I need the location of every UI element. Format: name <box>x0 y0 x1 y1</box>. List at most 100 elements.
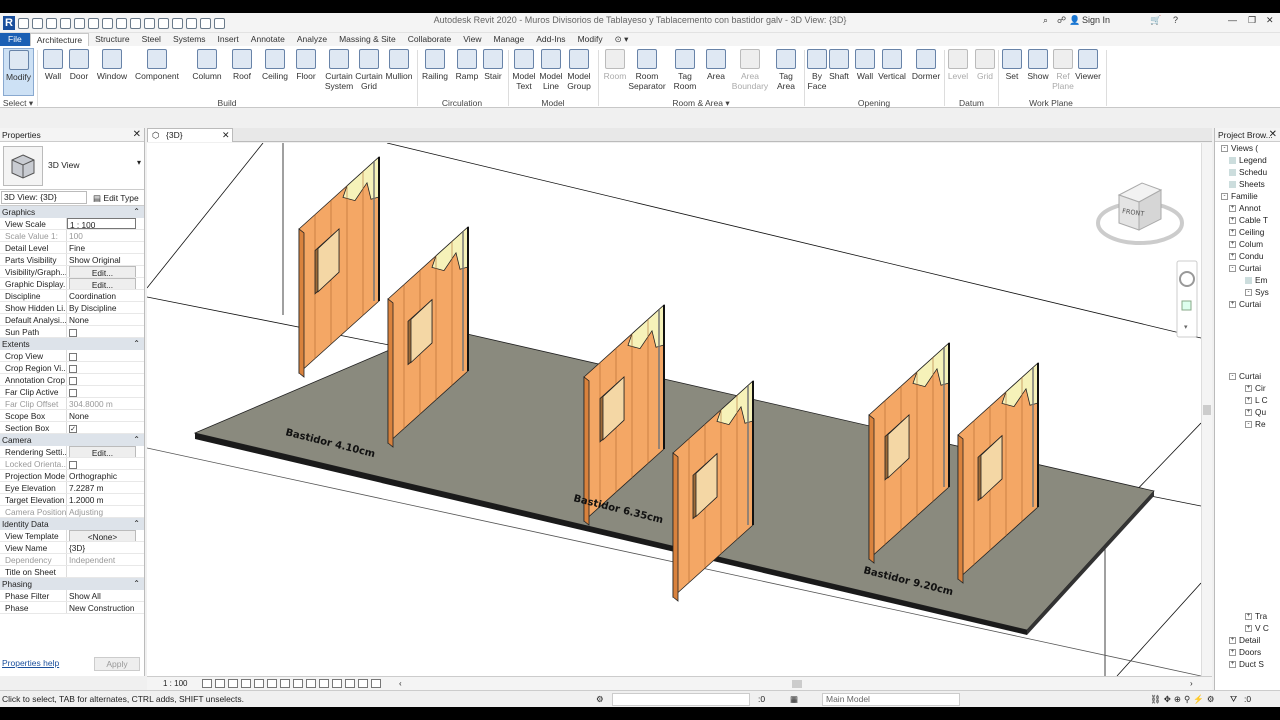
node-icon[interactable] <box>1229 169 1236 177</box>
expand-icon[interactable]: + <box>1245 385 1252 393</box>
property-value[interactable]: 7.2287 m <box>67 482 144 493</box>
scroll-right-icon[interactable]: › <box>1190 677 1193 691</box>
curtain-grid-button[interactable]: Curtain Grid <box>353 48 385 94</box>
edit-button[interactable]: <None> <box>69 530 136 541</box>
browser-item[interactable]: + Annot <box>1215 202 1280 214</box>
browser-item[interactable]: - Curtai <box>1215 370 1280 382</box>
property-value[interactable]: {3D} <box>67 542 144 553</box>
property-edit-button[interactable]: <None> <box>67 530 144 541</box>
browser-item[interactable]: - Re <box>1215 418 1280 430</box>
viewcube[interactable]: FRONT <box>1096 182 1184 245</box>
collapse-icon[interactable]: - <box>1245 289 1252 297</box>
checkbox[interactable] <box>69 388 77 397</box>
browser-item[interactable]: - Familie <box>1215 190 1280 202</box>
chevron-down-icon[interactable]: ▾ <box>137 158 141 167</box>
properties-help-link[interactable]: Properties help <box>2 658 59 668</box>
tab-file[interactable]: File <box>0 33 30 46</box>
checkbox[interactable] <box>69 460 77 469</box>
temp-hide-icon[interactable] <box>306 679 316 688</box>
type-selector[interactable]: 3D View ▾ <box>0 142 144 190</box>
property-value[interactable]: Coordination <box>67 290 144 301</box>
ref-plane-button[interactable]: Ref Plane <box>1049 48 1077 94</box>
expand-icon[interactable]: + <box>1229 301 1236 309</box>
tab-structure[interactable]: Structure <box>89 33 136 46</box>
property-value[interactable]: By Discipline <box>67 302 144 313</box>
vertical-scrollbar[interactable] <box>1201 143 1212 676</box>
close-icon[interactable]: ✕ <box>1269 128 1277 142</box>
browser-item[interactable]: Legend <box>1215 154 1280 166</box>
browser-item[interactable]: + Duct S <box>1215 658 1280 670</box>
view-tab-3d[interactable]: ⬡ {3D} ✕ <box>147 128 233 142</box>
opening-shaft-button[interactable]: Shaft <box>825 48 853 94</box>
collapse-icon[interactable]: - <box>1229 265 1236 273</box>
navigation-bar[interactable]: ▾ <box>1176 260 1198 338</box>
checkbox[interactable] <box>69 376 77 385</box>
property-edit-button[interactable]: Edit... <box>67 278 144 289</box>
binoculars-icon[interactable]: ☍ <box>1057 15 1066 26</box>
browser-item[interactable]: Schedu <box>1215 166 1280 178</box>
cart-icon[interactable]: 🛒 <box>1150 15 1161 26</box>
tab-annotate[interactable]: Annotate <box>245 33 291 46</box>
property-value[interactable]: 304.8000 m <box>67 398 144 409</box>
tab-add-ins[interactable]: Add-Ins <box>530 33 571 46</box>
workset-selector[interactable] <box>612 693 750 706</box>
browser-item[interactable]: + Curtai <box>1215 298 1280 310</box>
selection-filter-icons[interactable]: ⛓✥⊕⚲⚡⚙ <box>1150 691 1217 708</box>
minimize-icon[interactable]: — <box>1228 15 1237 25</box>
restore-icon[interactable]: ❐ <box>1248 15 1256 26</box>
browser-item[interactable]: + Cable T <box>1215 214 1280 226</box>
expand-icon[interactable]: + <box>1229 217 1236 225</box>
edit-button[interactable]: Edit... <box>69 278 136 289</box>
property-value[interactable]: New Construction <box>67 602 144 613</box>
checkbox[interactable] <box>69 352 77 361</box>
window-button[interactable]: Window <box>94 48 130 94</box>
component-button[interactable]: Component <box>133 48 181 94</box>
property-checkbox[interactable] <box>67 386 144 397</box>
expand-icon[interactable]: + <box>1229 637 1236 645</box>
sign-in-link[interactable]: Sign In <box>1082 15 1110 25</box>
browser-item[interactable]: + V C <box>1215 622 1280 634</box>
detail-level-icon[interactable] <box>202 679 212 688</box>
property-checkbox[interactable] <box>67 374 144 385</box>
lock-view-icon[interactable] <box>293 679 303 688</box>
worksharing-icon[interactable] <box>332 679 342 688</box>
node-icon[interactable] <box>1245 277 1252 285</box>
browser-item[interactable]: + Qu <box>1215 406 1280 418</box>
tab-view[interactable]: View <box>457 33 487 46</box>
browser-item[interactable]: + Colum <box>1215 238 1280 250</box>
expand-icon[interactable]: + <box>1229 661 1236 669</box>
expand-icon[interactable]: + <box>1229 241 1236 249</box>
edit-button[interactable]: Edit... <box>69 266 136 277</box>
browser-item[interactable]: + Tra <box>1215 610 1280 622</box>
mullion-button[interactable]: Mullion <box>383 48 415 94</box>
level-button[interactable]: Level <box>945 48 971 94</box>
property-value[interactable]: Independent <box>67 554 144 565</box>
browser-item[interactable]: - Views ( <box>1215 142 1280 154</box>
3d-view-canvas[interactable]: Bastidor 4.10cm Bastidor 6.35cm Bastidor… <box>147 143 1201 676</box>
property-value[interactable]: Orthographic <box>67 470 144 481</box>
set-button[interactable]: Set <box>998 48 1026 94</box>
render-icon[interactable] <box>254 679 264 688</box>
tab-architecture[interactable]: Architecture <box>29 33 90 46</box>
property-value[interactable]: 100 <box>67 230 144 241</box>
roof-button[interactable]: Roof <box>227 48 257 94</box>
collapse-icon[interactable]: - <box>1221 145 1228 153</box>
section-identity-data[interactable]: Identity Data <box>0 518 144 530</box>
property-value[interactable] <box>67 566 144 577</box>
property-value[interactable]: 1.2000 m <box>67 494 144 505</box>
node-icon[interactable] <box>1229 181 1236 189</box>
checkbox[interactable] <box>69 328 77 337</box>
expand-icon[interactable]: + <box>1245 613 1252 621</box>
property-value[interactable]: None <box>67 410 144 421</box>
opening-dormer-button[interactable]: Dormer <box>908 48 944 94</box>
area-button[interactable]: Area <box>702 48 730 94</box>
browser-item[interactable]: + Detail <box>1215 634 1280 646</box>
checkbox[interactable] <box>69 364 77 373</box>
design-option-selector[interactable]: Main Model <box>822 693 960 706</box>
shadows-icon[interactable] <box>241 679 251 688</box>
expand-icon[interactable]: + <box>1229 229 1236 237</box>
user-icon[interactable]: 👤 <box>1069 15 1080 26</box>
floor-button[interactable]: Floor <box>290 48 322 94</box>
context-toggle-icon[interactable]: ⊙ ▾ <box>609 33 635 46</box>
collapse-icon[interactable]: - <box>1221 193 1228 201</box>
